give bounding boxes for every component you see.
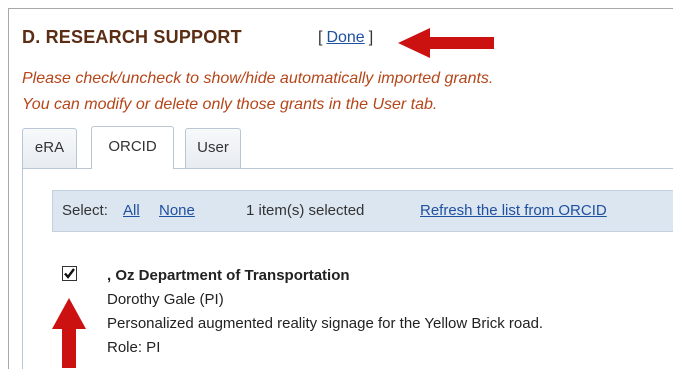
instructions-line-2: You can modify or delete only those gran… bbox=[22, 96, 438, 113]
section-title: D. RESEARCH SUPPORT bbox=[22, 27, 242, 47]
select-none-link[interactable]: None bbox=[159, 202, 195, 219]
panel-border bbox=[22, 168, 23, 369]
bracket-close: ] bbox=[368, 29, 374, 46]
tab-user[interactable]: User bbox=[185, 128, 241, 168]
selection-toolbar: Select: All None 1 item(s) selected Refr… bbox=[52, 190, 673, 232]
grant-agency: , Oz Department of Transportation bbox=[107, 267, 350, 284]
tab-orcid[interactable]: ORCID bbox=[91, 126, 174, 169]
bracket-open: [ bbox=[318, 29, 323, 46]
done-control: [Done] bbox=[318, 29, 373, 47]
tab-era[interactable]: eRA bbox=[22, 128, 77, 168]
select-all-link[interactable]: All bbox=[123, 202, 140, 219]
grant-title: Personalized augmented reality signage f… bbox=[107, 315, 544, 332]
checkmark-icon bbox=[64, 268, 75, 279]
instructions-line-1: Please check/uncheck to show/hide automa… bbox=[22, 70, 494, 87]
done-link[interactable]: Done bbox=[326, 29, 364, 46]
selected-count: 1 item(s) selected bbox=[246, 202, 365, 219]
grant-investigator: Dorothy Gale (PI) bbox=[107, 291, 224, 308]
grant-checkbox[interactable] bbox=[62, 266, 77, 281]
annotation-arrow-up-icon bbox=[52, 298, 86, 368]
grant-role: Role: PI bbox=[107, 339, 161, 356]
refresh-orcid-link[interactable]: Refresh the list from ORCID bbox=[420, 202, 607, 219]
annotation-arrow-left-icon bbox=[398, 28, 494, 58]
instructions: Please check/uncheck to show/hide automa… bbox=[22, 66, 493, 118]
select-label: Select: bbox=[62, 202, 108, 219]
grant-entry: , Oz Department of Transportation Doroth… bbox=[107, 264, 543, 360]
